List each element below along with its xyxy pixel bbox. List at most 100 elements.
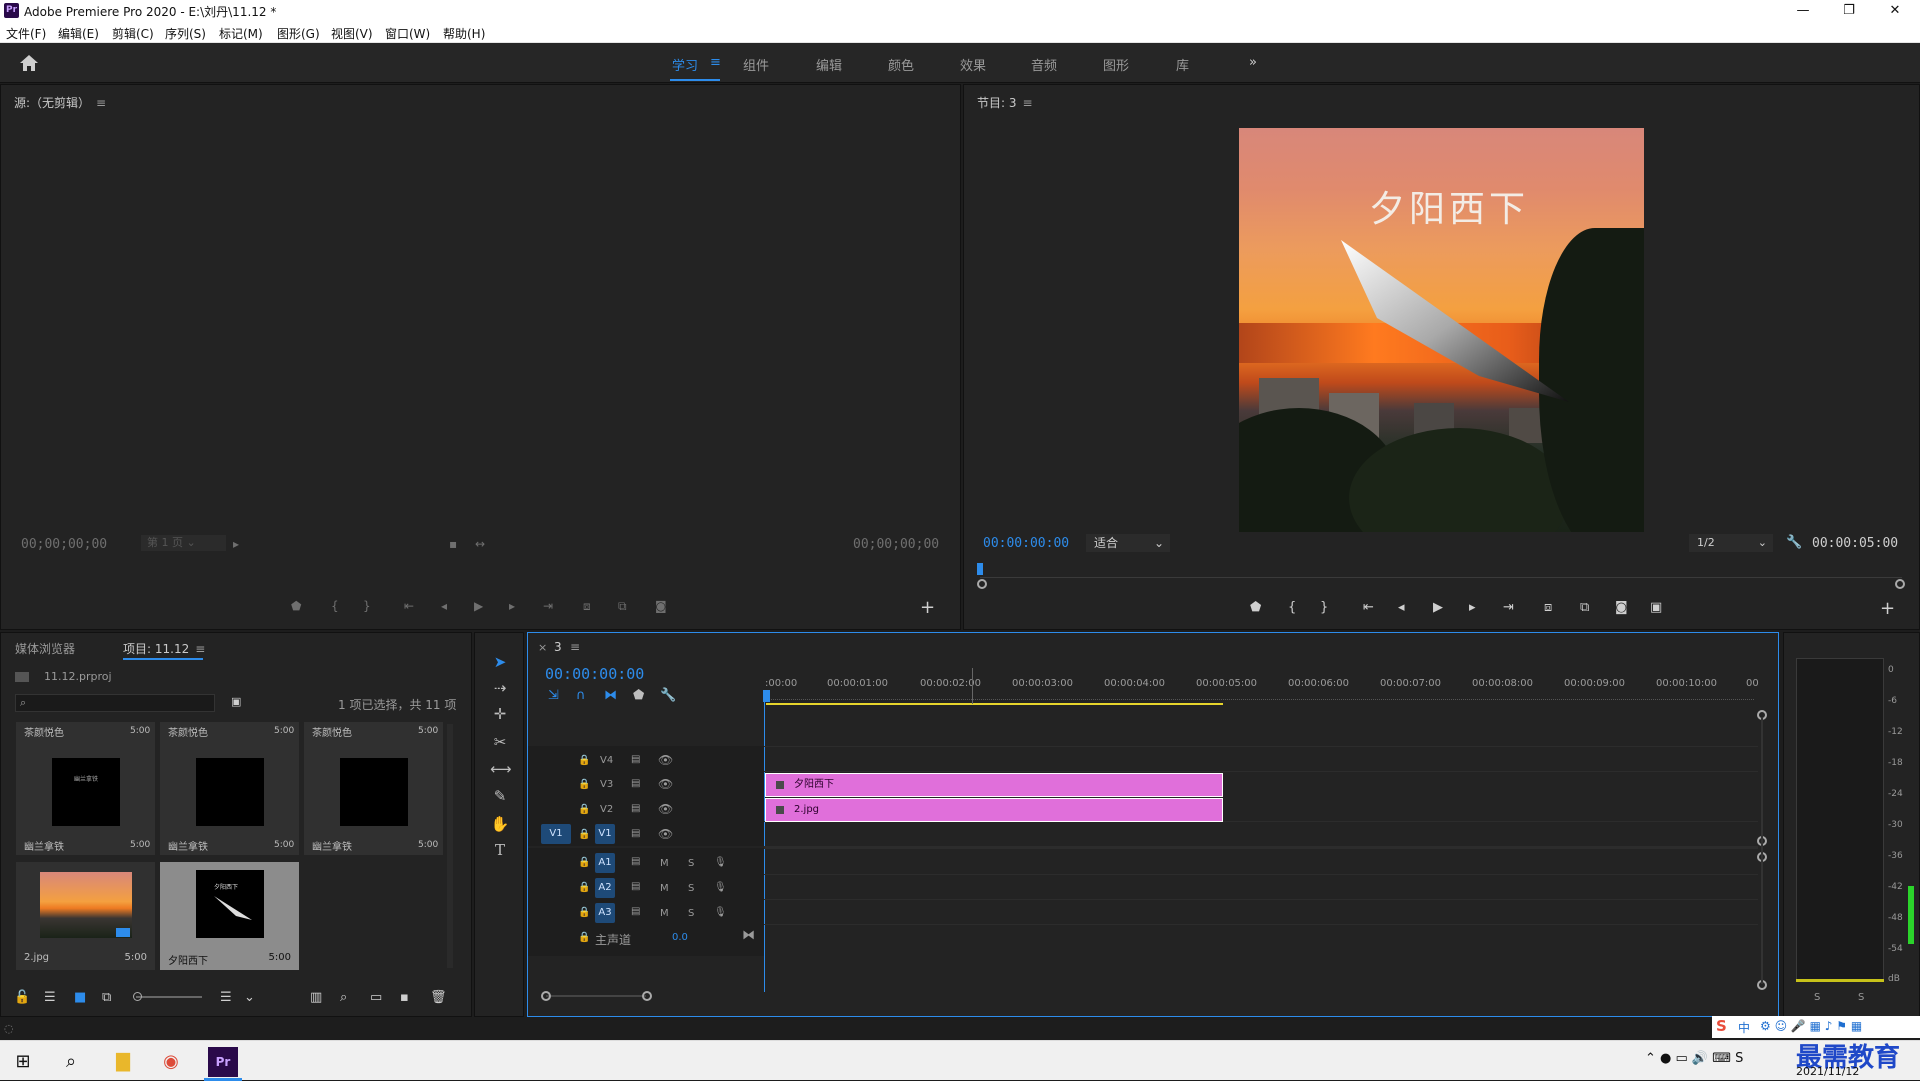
horizontal-zoom-handle[interactable] <box>541 991 551 1001</box>
program-timecode[interactable]: 00:00:00:00 <box>983 536 1069 551</box>
lock-icon[interactable]: 🔒 <box>578 907 590 918</box>
project-item-2jpg[interactable]: 2.jpg 5:00 <box>16 862 155 970</box>
project-item[interactable] <box>304 722 443 855</box>
horizontal-scrollbar[interactable] <box>546 995 646 997</box>
eye-icon[interactable]: 👁 <box>658 777 673 791</box>
linked-selection-icon[interactable]: ⧓ <box>604 688 617 703</box>
lock-icon[interactable]: 🔒 <box>578 779 590 790</box>
razor-tool-icon[interactable]: ✂ <box>490 732 510 752</box>
workspace-tab-graphics[interactable]: 图形 <box>1103 55 1129 74</box>
menu-graphics[interactable]: 图形(G) <box>277 25 320 42</box>
ripple-edit-tool-icon[interactable]: ✛ <box>490 704 510 724</box>
track-label-a3[interactable]: A3 <box>595 903 615 923</box>
insert-icon[interactable]: ⧈ <box>583 599 591 614</box>
go-to-in-icon[interactable]: ⇤ <box>404 599 414 613</box>
mark-out-icon[interactable]: } <box>363 599 371 613</box>
workspace-tab-color[interactable]: 颜色 <box>888 55 914 74</box>
icon-view-icon[interactable]: ■ <box>74 990 86 1005</box>
new-search-bin-icon[interactable]: ▣ <box>231 695 241 708</box>
clip-v2-image[interactable]: 2.jpg <box>765 798 1223 822</box>
zoom-slider-handle[interactable] <box>133 992 142 1001</box>
snap-icon[interactable]: ∩ <box>576 688 586 703</box>
sync-lock-icon[interactable]: ▤ <box>631 881 640 892</box>
mute-button[interactable]: M <box>660 883 669 894</box>
sync-lock-icon[interactable]: ▤ <box>631 828 640 839</box>
wrench-icon[interactable]: 🔧 <box>1786 535 1802 550</box>
menu-clip[interactable]: 剪辑(C) <box>112 25 154 42</box>
step-back-icon[interactable]: ◂ <box>1398 600 1405 615</box>
playhead[interactable] <box>977 563 983 575</box>
list-view-icon[interactable]: ☰ <box>44 990 56 1005</box>
settings-small-icon[interactable]: ▪ <box>449 537 457 551</box>
comparison-view-icon[interactable]: ▣ <box>1650 600 1662 615</box>
step-forward-icon[interactable]: ▸ <box>1469 600 1476 615</box>
slip-tool-icon[interactable]: ⟷ <box>490 759 512 779</box>
lock-icon[interactable]: 🔒 <box>578 882 590 893</box>
pen-tool-icon[interactable]: ✎ <box>490 786 510 806</box>
close-sequence-icon[interactable]: × <box>538 641 547 654</box>
horizontal-zoom-handle[interactable] <box>642 991 652 1001</box>
mic-icon[interactable]: 🎙 <box>714 882 727 893</box>
windows-start-icon[interactable]: ⊞ <box>10 1049 36 1075</box>
project-item-selected[interactable]: 夕阳西下 夕阳西下 5:00 <box>160 862 299 970</box>
automate-to-sequence-icon[interactable]: ▥ <box>310 990 322 1005</box>
workspace-tab-audio[interactable]: 音频 <box>1031 55 1057 74</box>
workspace-tab-effects[interactable]: 效果 <box>960 55 986 74</box>
mark-in-icon[interactable]: { <box>1288 600 1296 615</box>
new-item-icon[interactable]: ▪ <box>400 990 409 1005</box>
sort-icon[interactable]: ☰ <box>220 990 232 1005</box>
restore-button[interactable]: ❐ <box>1826 1 1872 21</box>
mute-button[interactable]: M <box>660 858 669 869</box>
chrome-icon[interactable]: ◉ <box>158 1049 184 1075</box>
panel-menu-icon[interactable]: ≡ <box>195 642 205 656</box>
track-label-v1[interactable]: V1 <box>595 824 615 844</box>
ime-toolbar[interactable]: S 中 ⚙ ☺ 🎤 ▦ ♪ ⚑ ▦ <box>1712 1016 1920 1038</box>
mic-icon[interactable]: 🎙 <box>714 907 727 918</box>
workspace-tab-libraries[interactable]: 库 <box>1176 55 1189 74</box>
timeline-timecode[interactable]: 00:00:00:00 <box>545 665 644 683</box>
extract-icon[interactable]: ⧉ <box>1580 600 1589 615</box>
go-to-out-icon[interactable]: ⇥ <box>1503 600 1514 615</box>
tray-icons[interactable]: ⌃ ● ▭ 🔊 ⌨ S <box>1645 1051 1743 1066</box>
program-monitor-title[interactable]: 节目: 3 <box>977 96 1017 110</box>
project-item[interactable] <box>160 722 299 855</box>
track-label-a1[interactable]: A1 <box>595 853 615 873</box>
source-monitor-title[interactable]: 源:（无剪辑） <box>14 96 90 110</box>
mute-button[interactable]: M <box>660 908 669 919</box>
program-time-ruler[interactable] <box>980 566 1902 578</box>
solo-button[interactable]: S <box>688 858 694 869</box>
add-button-icon[interactable]: + <box>920 597 935 618</box>
workspace-menu-icon[interactable]: ≡ <box>710 55 721 70</box>
sync-lock-icon[interactable]: ▤ <box>631 906 640 917</box>
lock-icon[interactable]: 🔒 <box>578 755 590 766</box>
sync-lock-icon[interactable]: ▤ <box>631 754 640 765</box>
menu-edit[interactable]: 编辑(E) <box>58 25 99 42</box>
lock-icon[interactable]: 🔒 <box>578 829 590 840</box>
mic-icon[interactable]: 🎙 <box>714 857 727 868</box>
overwrite-icon[interactable]: ⧉ <box>618 599 627 614</box>
project-item[interactable]: 幽兰拿铁 <box>16 722 155 855</box>
selection-tool-icon[interactable]: ➤ <box>490 652 510 672</box>
solo-button[interactable]: S <box>688 908 694 919</box>
add-marker-icon[interactable]: ⬟ <box>1250 600 1261 615</box>
fit-icon[interactable]: ↔ <box>475 537 485 551</box>
page-select[interactable]: 第 1 页 ⌄ <box>141 535 226 551</box>
tab-project[interactable]: 项目: 11.12 <box>123 642 189 656</box>
timeline-ruler[interactable] <box>764 692 1754 700</box>
mark-in-icon[interactable]: { <box>331 599 339 613</box>
panel-menu-icon[interactable]: ≡ <box>570 640 580 654</box>
zoom-handle-left[interactable] <box>977 579 987 589</box>
settings-wrench-icon[interactable]: 🔧 <box>660 688 676 703</box>
chevron-down-icon[interactable]: ⌄ <box>244 990 255 1005</box>
find-icon[interactable]: ⌕ <box>340 990 347 1005</box>
vertical-scrollbar[interactable] <box>1761 718 1763 984</box>
meter-solo-right[interactable]: S <box>1858 992 1864 1003</box>
add-marker-icon[interactable]: ⬟ <box>633 688 644 703</box>
resolution-select[interactable]: 1/2 ⌄ <box>1689 534 1773 552</box>
sequence-tab[interactable]: 3 <box>554 640 562 654</box>
panel-menu-icon[interactable]: ≡ <box>96 96 106 110</box>
new-bin-icon[interactable]: ▭ <box>370 990 382 1005</box>
step-back-icon[interactable]: ◂ <box>441 599 447 613</box>
play-icon[interactable]: ▶ <box>1433 600 1443 615</box>
lock-icon[interactable]: 🔒 <box>578 932 590 943</box>
